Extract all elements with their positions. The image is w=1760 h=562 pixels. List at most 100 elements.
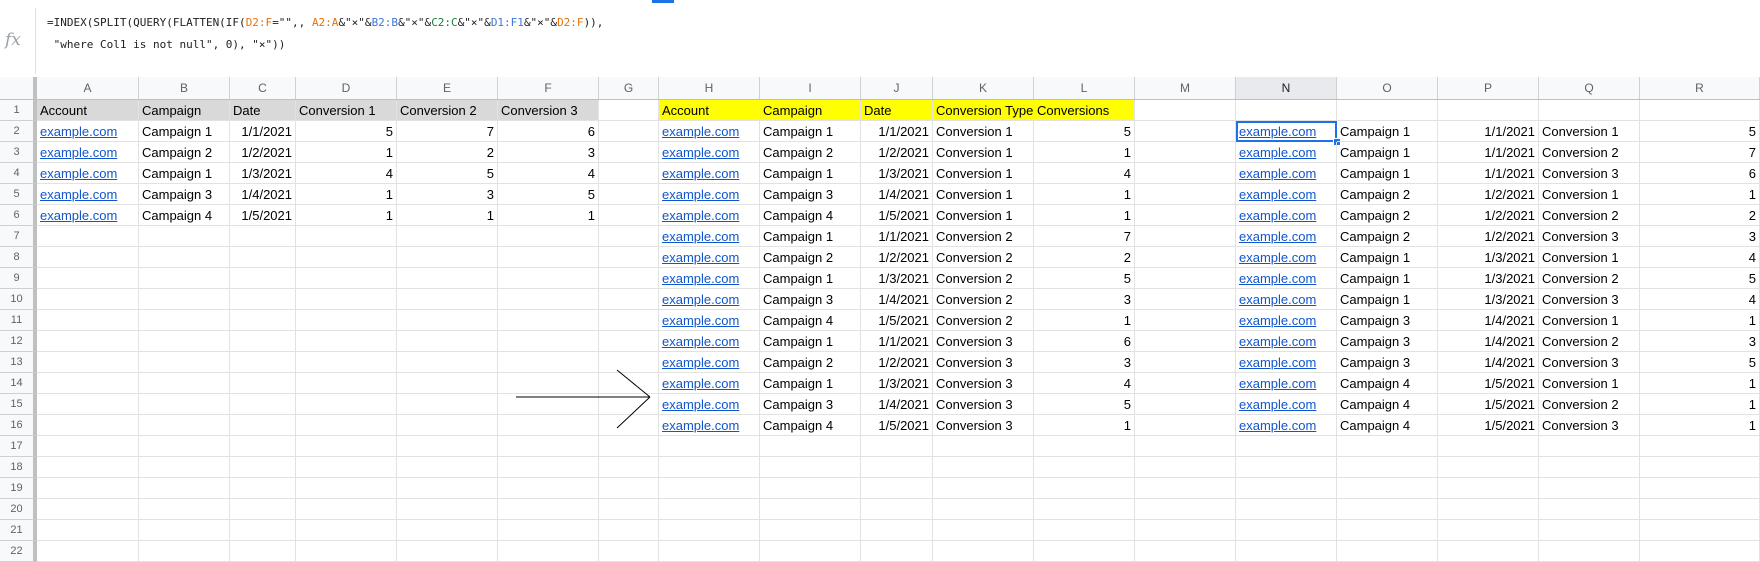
cell[interactable] bbox=[599, 205, 659, 226]
column-header-r[interactable]: R bbox=[1640, 77, 1760, 99]
result-cell[interactable]: Campaign 1 bbox=[760, 373, 861, 394]
row-header-7[interactable]: 7 bbox=[0, 226, 37, 247]
cell[interactable] bbox=[659, 520, 760, 541]
row-header-17[interactable]: 17 bbox=[0, 436, 37, 457]
cell[interactable] bbox=[1438, 436, 1539, 457]
source-cell[interactable]: 1/2/2021 bbox=[230, 142, 296, 163]
output-cell[interactable]: 1 bbox=[1640, 394, 1760, 415]
column-header-m[interactable]: M bbox=[1135, 77, 1236, 99]
cell[interactable] bbox=[498, 247, 599, 268]
cell[interactable] bbox=[599, 100, 659, 121]
cell[interactable] bbox=[397, 373, 498, 394]
cell[interactable] bbox=[1135, 142, 1236, 163]
result-cell[interactable]: 1 bbox=[1034, 142, 1135, 163]
cell[interactable] bbox=[397, 541, 498, 562]
cell[interactable] bbox=[1236, 100, 1337, 121]
account-link[interactable]: example.com bbox=[1236, 331, 1337, 352]
cell[interactable] bbox=[599, 247, 659, 268]
result-cell[interactable]: Conversion 1 bbox=[933, 121, 1034, 142]
cell[interactable] bbox=[230, 520, 296, 541]
cell[interactable] bbox=[1135, 247, 1236, 268]
result-cell[interactable]: Conversion 2 bbox=[933, 289, 1034, 310]
source-cell[interactable]: 1 bbox=[498, 205, 599, 226]
cell[interactable] bbox=[861, 457, 933, 478]
cell[interactable] bbox=[498, 310, 599, 331]
result-cell[interactable]: 1 bbox=[1034, 205, 1135, 226]
output-cell[interactable]: 2 bbox=[1640, 205, 1760, 226]
cell[interactable] bbox=[1034, 457, 1135, 478]
account-link[interactable]: example.com bbox=[1236, 247, 1337, 268]
result-header-cell[interactable]: Campaign bbox=[760, 100, 861, 121]
cell[interactable] bbox=[933, 436, 1034, 457]
output-cell[interactable]: 5 bbox=[1640, 121, 1760, 142]
output-cell[interactable]: Conversion 3 bbox=[1539, 226, 1640, 247]
cell[interactable] bbox=[397, 520, 498, 541]
cell[interactable] bbox=[498, 289, 599, 310]
cell[interactable] bbox=[230, 289, 296, 310]
result-cell[interactable]: 1/4/2021 bbox=[861, 289, 933, 310]
output-cell[interactable]: 1/2/2021 bbox=[1438, 226, 1539, 247]
result-cell[interactable]: Conversion 2 bbox=[933, 268, 1034, 289]
output-cell[interactable]: 5 bbox=[1640, 352, 1760, 373]
source-cell[interactable]: 1/1/2021 bbox=[230, 121, 296, 142]
column-header-c[interactable]: C bbox=[230, 77, 296, 99]
output-cell[interactable]: 1/5/2021 bbox=[1438, 373, 1539, 394]
result-cell[interactable]: Conversion 3 bbox=[933, 352, 1034, 373]
source-header-cell[interactable]: Date bbox=[230, 100, 296, 121]
account-link[interactable]: example.com bbox=[659, 205, 760, 226]
row-header-13[interactable]: 13 bbox=[0, 352, 37, 373]
cell[interactable] bbox=[1135, 436, 1236, 457]
row-header-11[interactable]: 11 bbox=[0, 310, 37, 331]
output-cell[interactable]: Campaign 4 bbox=[1337, 415, 1438, 436]
cell[interactable] bbox=[139, 394, 230, 415]
cell[interactable] bbox=[599, 394, 659, 415]
cell[interactable] bbox=[37, 478, 139, 499]
cell[interactable] bbox=[599, 331, 659, 352]
cell[interactable] bbox=[933, 478, 1034, 499]
cell[interactable] bbox=[498, 394, 599, 415]
account-link[interactable]: example.com bbox=[1236, 226, 1337, 247]
cell[interactable] bbox=[139, 436, 230, 457]
cell[interactable] bbox=[37, 499, 139, 520]
source-cell[interactable]: 1 bbox=[296, 142, 397, 163]
formula-input[interactable]: =INDEX(SPLIT(QUERY(FLATTEN(IF(D2:F="",, … bbox=[47, 12, 603, 56]
output-cell[interactable]: Conversion 2 bbox=[1539, 394, 1640, 415]
result-cell[interactable]: 3 bbox=[1034, 289, 1135, 310]
cell[interactable] bbox=[861, 520, 933, 541]
cell[interactable] bbox=[1135, 163, 1236, 184]
cell[interactable] bbox=[760, 457, 861, 478]
source-cell[interactable]: Campaign 1 bbox=[139, 121, 230, 142]
result-cell[interactable]: 1/2/2021 bbox=[861, 142, 933, 163]
result-cell[interactable]: Conversion 2 bbox=[933, 310, 1034, 331]
source-cell[interactable]: 4 bbox=[296, 163, 397, 184]
account-link[interactable]: example.com bbox=[659, 142, 760, 163]
output-cell[interactable]: 1 bbox=[1640, 415, 1760, 436]
account-link[interactable]: example.com bbox=[1236, 184, 1337, 205]
output-cell[interactable]: Campaign 4 bbox=[1337, 373, 1438, 394]
cell[interactable] bbox=[37, 373, 139, 394]
output-cell[interactable]: 1/4/2021 bbox=[1438, 352, 1539, 373]
result-cell[interactable]: Conversion 2 bbox=[933, 226, 1034, 247]
source-cell[interactable]: 6 bbox=[498, 121, 599, 142]
cell[interactable] bbox=[599, 541, 659, 562]
row-header-8[interactable]: 8 bbox=[0, 247, 37, 268]
output-cell[interactable]: Conversion 3 bbox=[1539, 352, 1640, 373]
result-cell[interactable]: 1/1/2021 bbox=[861, 226, 933, 247]
cell[interactable] bbox=[139, 310, 230, 331]
result-cell[interactable]: Campaign 3 bbox=[760, 394, 861, 415]
cell[interactable] bbox=[397, 436, 498, 457]
cell[interactable] bbox=[599, 163, 659, 184]
cell[interactable] bbox=[498, 520, 599, 541]
row-header-3[interactable]: 3 bbox=[0, 142, 37, 163]
result-cell[interactable]: 4 bbox=[1034, 163, 1135, 184]
cell[interactable] bbox=[659, 499, 760, 520]
result-cell[interactable]: Conversion 1 bbox=[933, 205, 1034, 226]
result-cell[interactable]: Campaign 1 bbox=[760, 226, 861, 247]
result-cell[interactable]: 1/3/2021 bbox=[861, 163, 933, 184]
result-cell[interactable]: Campaign 1 bbox=[760, 331, 861, 352]
cell[interactable] bbox=[1034, 436, 1135, 457]
cell[interactable] bbox=[230, 499, 296, 520]
cell[interactable] bbox=[296, 310, 397, 331]
output-cell[interactable]: 1/4/2021 bbox=[1438, 331, 1539, 352]
cell[interactable] bbox=[1640, 520, 1760, 541]
